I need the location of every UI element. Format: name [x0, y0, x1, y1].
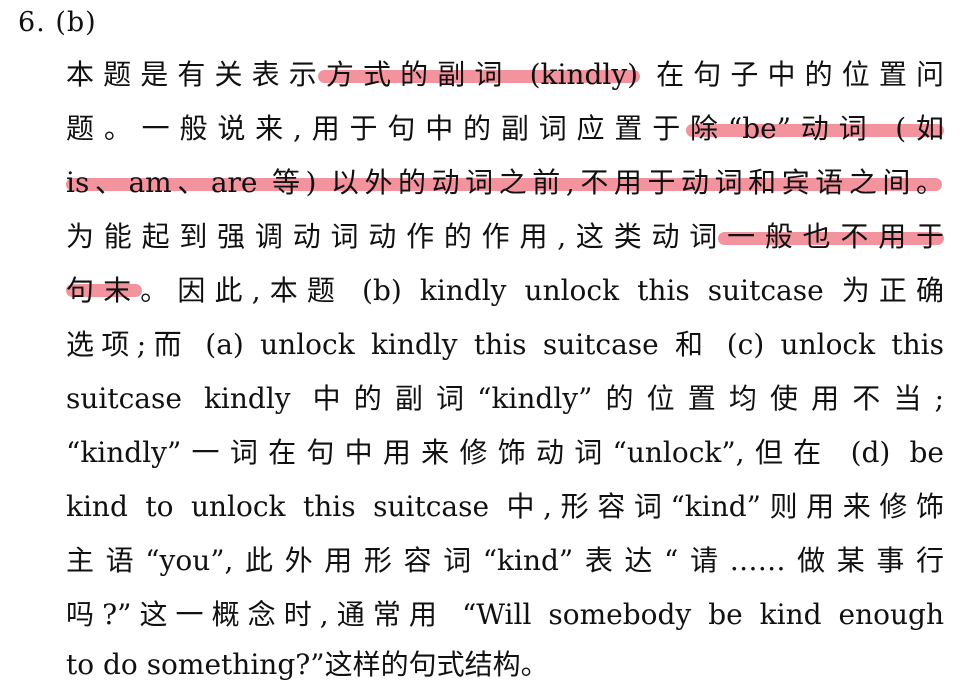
paragraph-line: 题。一般说来,用于句中的副词应置于除“be”动词 (如: [66, 112, 944, 145]
paragraph-line: 本题是有关表示方式的副词 (kindly) 在句子中的位置问: [66, 58, 944, 91]
document-page: 6. (b) 本题是有关表示方式的副词 (kindly) 在句子中的位置问 题。…: [0, 0, 969, 695]
paragraph-line: 句末。因此,本题 (b) kindly unlock this suitcase…: [66, 274, 944, 307]
paragraph-line: 吗?”这一概念时,通常用 “Will somebody be kind enou…: [66, 598, 944, 631]
question-number: 6. (b): [18, 7, 97, 38]
paragraph-line: 选项;而 (a) unlock kindly this suitcase 和 (…: [66, 328, 944, 361]
paragraph-line: suitcase kindly 中的副词“kindly”的位置均使用不当;: [66, 382, 944, 415]
paragraph-line: kind to unlock this suitcase 中,形容词“kind”…: [66, 490, 944, 523]
paragraph-line: 为能起到强调动词动作的作用,这类动词一般也不用于: [66, 220, 944, 253]
paragraph-line: 主语“you”,此外用形容词“kind”表达“请……做某事行: [66, 544, 944, 577]
paragraph-line: is、am、are 等) 以外的动词之前,不用于动词和宾语之间。: [66, 166, 944, 199]
paragraph-line: to do something?”这样的句式结构。: [66, 648, 549, 681]
paragraph-line: “kindly”一词在句中用来修饰动词“unlock”,但在 (d) be: [66, 436, 944, 469]
